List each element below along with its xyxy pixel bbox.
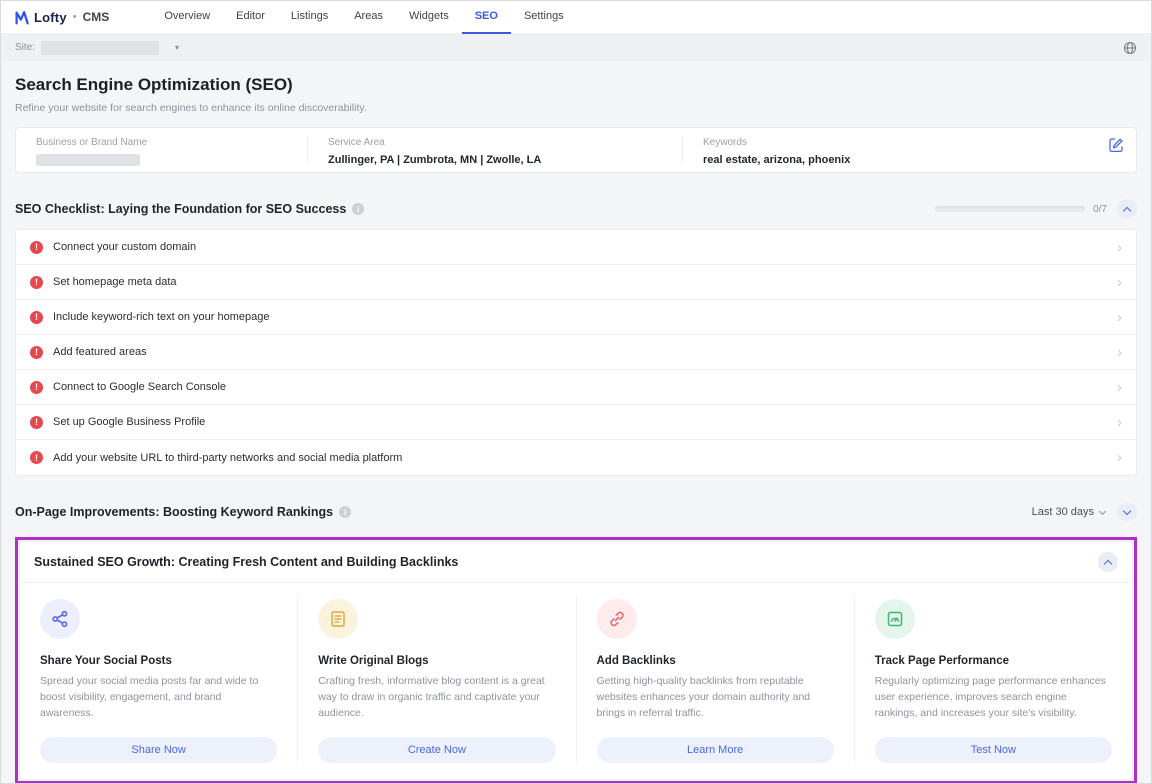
nav-areas[interactable]: Areas	[341, 1, 396, 34]
chevron-right-icon: ›	[1117, 275, 1122, 290]
collapse-checklist-button[interactable]	[1117, 199, 1137, 219]
checklist-item-custom-domain[interactable]: ! Connect your custom domain ›	[16, 230, 1136, 265]
card-description: Spread your social media posts far and w…	[40, 674, 277, 721]
warning-icon: !	[30, 346, 43, 359]
checklist-progress-label: 0/7	[1093, 204, 1107, 215]
card-write-original-blogs: Write Original Blogs Crafting fresh, inf…	[297, 595, 575, 763]
card-title: Share Your Social Posts	[40, 655, 277, 667]
service-area-field: Service Area Zullinger, PA | Zumbrota, M…	[307, 137, 682, 163]
backlink-icon	[597, 599, 637, 639]
on-page-header: On-Page Improvements: Boosting Keyword R…	[15, 502, 1137, 522]
chevron-right-icon: ›	[1117, 380, 1122, 395]
performance-icon	[875, 599, 915, 639]
test-now-button[interactable]: Test Now	[875, 737, 1112, 763]
date-range-select[interactable]: Last 30 days	[1032, 506, 1105, 518]
checklist-item-meta-data[interactable]: ! Set homepage meta data ›	[16, 265, 1136, 300]
lofty-logo-icon	[15, 10, 30, 25]
nav-editor[interactable]: Editor	[223, 1, 278, 34]
card-track-page-performance: Track Page Performance Regularly optimiz…	[854, 595, 1132, 763]
page-title: Search Engine Optimization (SEO)	[15, 75, 1137, 95]
keywords-label: Keywords	[703, 137, 1124, 148]
top-bar: Lofty • CMS Overview Editor Listings Are…	[1, 1, 1151, 34]
card-add-backlinks: Add Backlinks Getting high-quality backl…	[576, 595, 854, 763]
nav-overview[interactable]: Overview	[151, 1, 223, 34]
site-label: Site:	[15, 42, 35, 53]
keywords-value: real estate, arizona, phoenix	[703, 154, 1124, 166]
chevron-right-icon: ›	[1117, 345, 1122, 360]
lofty-logo[interactable]: Lofty • CMS	[15, 10, 109, 25]
card-description: Crafting fresh, informative blog content…	[318, 674, 555, 721]
site-selector[interactable]	[41, 41, 159, 55]
create-now-button[interactable]: Create Now	[318, 737, 555, 763]
main-content: Search Engine Optimization (SEO) Refine …	[1, 75, 1151, 784]
business-name-field: Business or Brand Name	[16, 137, 307, 163]
checklist-item-search-console[interactable]: ! Connect to Google Search Console ›	[16, 370, 1136, 405]
card-title: Track Page Performance	[875, 655, 1112, 667]
info-icon: i	[352, 203, 364, 215]
card-description: Regularly optimizing page performance en…	[875, 674, 1112, 721]
brand-separator: •	[73, 11, 77, 23]
growth-cards: Share Your Social Posts Spread your soci…	[20, 583, 1132, 779]
card-share-social-posts: Share Your Social Posts Spread your soci…	[20, 595, 297, 763]
info-icon: i	[339, 506, 351, 518]
growth-section: Sustained SEO Growth: Creating Fresh Con…	[19, 541, 1133, 780]
business-name-label: Business or Brand Name	[36, 137, 295, 148]
chevron-right-icon: ›	[1117, 415, 1122, 430]
checklist-item-keyword-rich-text[interactable]: ! Include keyword-rich text on your home…	[16, 300, 1136, 335]
site-caret-icon[interactable]: ▾	[175, 43, 179, 52]
main-nav: Overview Editor Listings Areas Widgets S…	[151, 1, 576, 34]
warning-icon: !	[30, 241, 43, 254]
checklist-item-business-profile[interactable]: ! Set up Google Business Profile ›	[16, 405, 1136, 440]
app-window: Lofty • CMS Overview Editor Listings Are…	[0, 0, 1152, 784]
warning-icon: !	[30, 276, 43, 289]
share-icon	[40, 599, 80, 639]
page-subtitle: Refine your website for search engines t…	[15, 102, 1137, 114]
blog-document-icon	[318, 599, 358, 639]
growth-title: Sustained SEO Growth: Creating Fresh Con…	[34, 555, 458, 569]
collapse-growth-button[interactable]	[1098, 552, 1118, 572]
edit-icon[interactable]	[1108, 137, 1124, 153]
checklist-progress-bar	[935, 206, 1085, 212]
share-now-button[interactable]: Share Now	[40, 737, 277, 763]
globe-icon[interactable]	[1123, 41, 1137, 55]
site-bar: Site: ▾	[1, 34, 1151, 61]
checklist-item-third-party-networks[interactable]: ! Add your website URL to third-party ne…	[16, 440, 1136, 475]
card-title: Write Original Blogs	[318, 655, 555, 667]
card-description: Getting high-quality backlinks from repu…	[597, 674, 834, 721]
warning-icon: !	[30, 451, 43, 464]
on-page-title: On-Page Improvements: Boosting Keyword R…	[15, 505, 333, 519]
nav-listings[interactable]: Listings	[278, 1, 341, 34]
checklist-header: SEO Checklist: Laying the Foundation for…	[15, 199, 1137, 219]
chevron-right-icon: ›	[1117, 310, 1122, 325]
chevron-right-icon: ›	[1117, 450, 1122, 465]
chevron-down-icon	[1099, 507, 1106, 514]
learn-more-button[interactable]: Learn More	[597, 737, 834, 763]
expand-on-page-button[interactable]	[1117, 502, 1137, 522]
checklist-card: ! Connect your custom domain › ! Set hom…	[15, 229, 1137, 476]
nav-widgets[interactable]: Widgets	[396, 1, 462, 34]
chevron-right-icon: ›	[1117, 240, 1122, 255]
warning-icon: !	[30, 416, 43, 429]
nav-settings[interactable]: Settings	[511, 1, 577, 34]
highlight-annotation-box: Sustained SEO Growth: Creating Fresh Con…	[15, 537, 1137, 784]
nav-seo[interactable]: SEO	[462, 1, 511, 34]
service-area-label: Service Area	[328, 137, 670, 148]
warning-icon: !	[30, 311, 43, 324]
checklist-title: SEO Checklist: Laying the Foundation for…	[15, 202, 346, 216]
keywords-field: Keywords real estate, arizona, phoenix	[682, 137, 1136, 163]
business-profile-card: Business or Brand Name Service Area Zull…	[15, 127, 1137, 173]
warning-icon: !	[30, 381, 43, 394]
business-name-value-redacted	[36, 154, 140, 166]
brand-suffix: CMS	[83, 10, 110, 24]
checklist-item-featured-areas[interactable]: ! Add featured areas ›	[16, 335, 1136, 370]
brand-name: Lofty	[34, 10, 67, 25]
service-area-value: Zullinger, PA | Zumbrota, MN | Zwolle, L…	[328, 154, 670, 166]
card-title: Add Backlinks	[597, 655, 834, 667]
